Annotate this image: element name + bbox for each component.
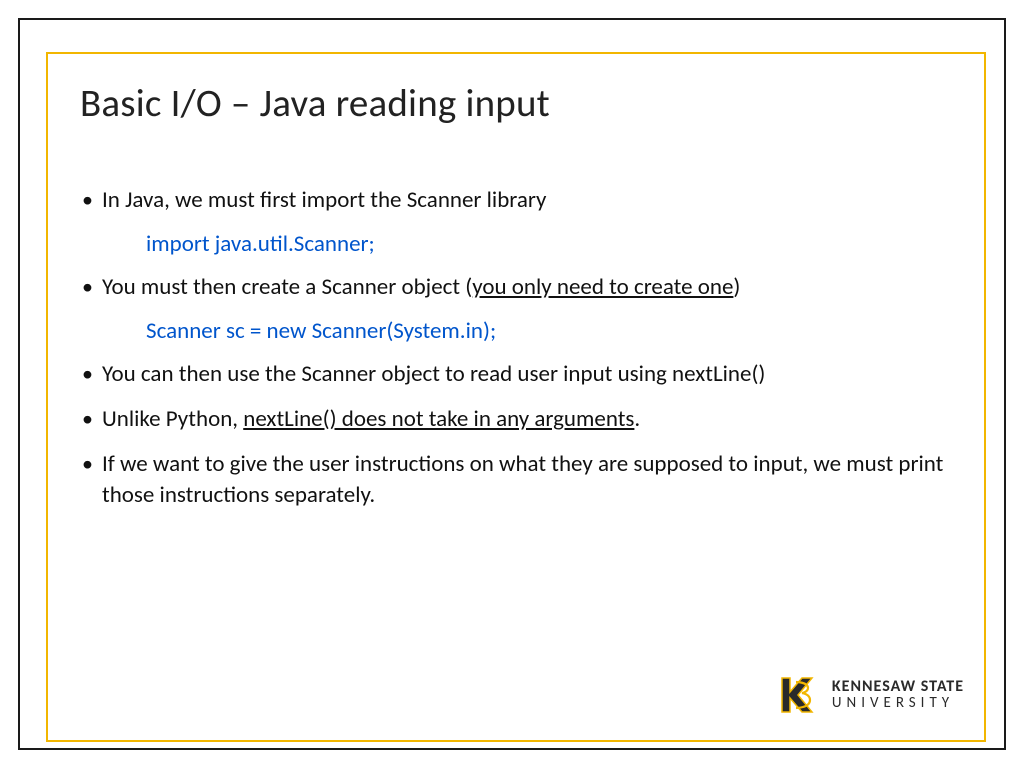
bullet-item: You must then create a Scanner object (y… — [80, 272, 954, 303]
logo-line-2: UNIVERSITY — [832, 696, 964, 712]
bullet-text: You must then create a Scanner object ( — [102, 273, 472, 301]
bullet-text: You can then use the Scanner object to r… — [102, 360, 765, 388]
bullet-text: If we want to give the user instructions… — [102, 450, 943, 509]
slide-content: Basic I/O – Java reading input In Java, … — [80, 80, 954, 525]
ks-monogram-icon — [776, 672, 822, 718]
bullet-item: Unlike Python, nextLine() does not take … — [80, 404, 954, 435]
bullet-item: In Java, we must first import the Scanne… — [80, 185, 954, 216]
bullet-list: You can then use the Scanner object to r… — [80, 359, 954, 511]
logo-text: KENNESAW STATE UNIVERSITY — [832, 679, 964, 712]
slide-title: Basic I/O – Java reading input — [80, 80, 954, 127]
code-line: import java.util.Scanner; — [146, 230, 954, 258]
bullet-list: In Java, we must first import the Scanne… — [80, 185, 954, 216]
bullet-text: . — [634, 405, 640, 433]
bullet-text: ) — [733, 273, 740, 301]
bullet-list: You must then create a Scanner object (y… — [80, 272, 954, 303]
code-line: Scanner sc = new Scanner(System.in); — [146, 317, 954, 345]
bullet-underline: nextLine() does not take in any argument… — [243, 405, 634, 433]
logo-line-1: KENNESAW STATE — [832, 679, 964, 696]
bullet-item: You can then use the Scanner object to r… — [80, 359, 954, 390]
bullet-text: In Java, we must first import the Scanne… — [102, 186, 546, 214]
bullet-item: If we want to give the user instructions… — [80, 449, 954, 511]
university-logo: KENNESAW STATE UNIVERSITY — [776, 672, 964, 718]
bullet-text: Unlike Python, — [102, 405, 243, 433]
bullet-underline: you only need to create one — [472, 273, 733, 301]
